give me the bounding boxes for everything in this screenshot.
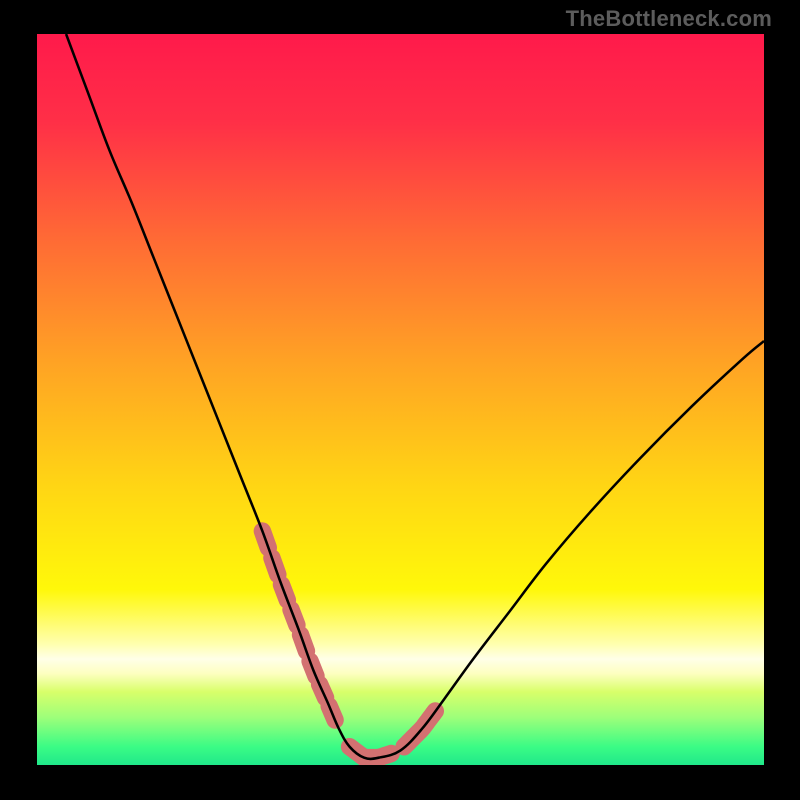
highlight-segments	[262, 531, 435, 758]
plot-area	[37, 34, 764, 765]
bottleneck-curve	[66, 34, 764, 759]
curve-layer	[37, 34, 764, 765]
watermark-text: TheBottleneck.com	[566, 6, 772, 32]
chart-frame: TheBottleneck.com	[0, 0, 800, 800]
